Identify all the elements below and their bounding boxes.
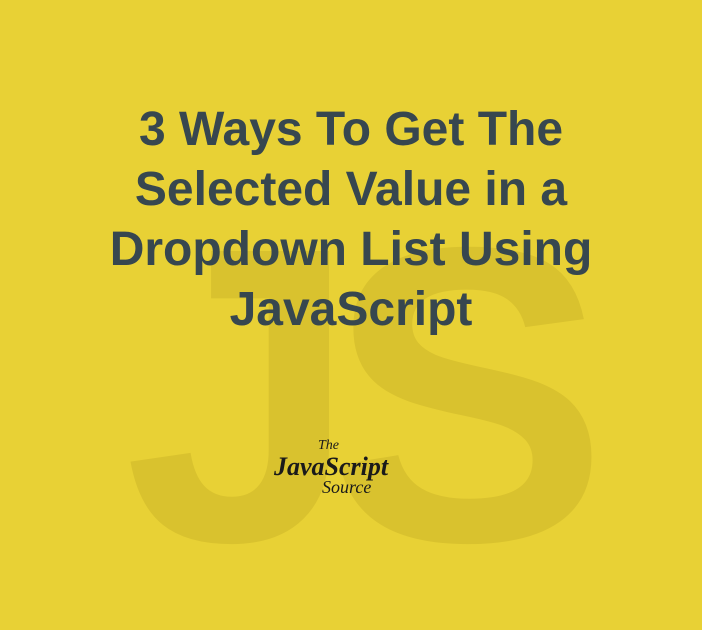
logo-line3: Source [322,477,371,497]
site-logo: The JavaScript Source [266,435,436,502]
article-title: 3 Ways To Get The Selected Value in a Dr… [0,100,702,340]
logo-line1: The [318,438,339,453]
